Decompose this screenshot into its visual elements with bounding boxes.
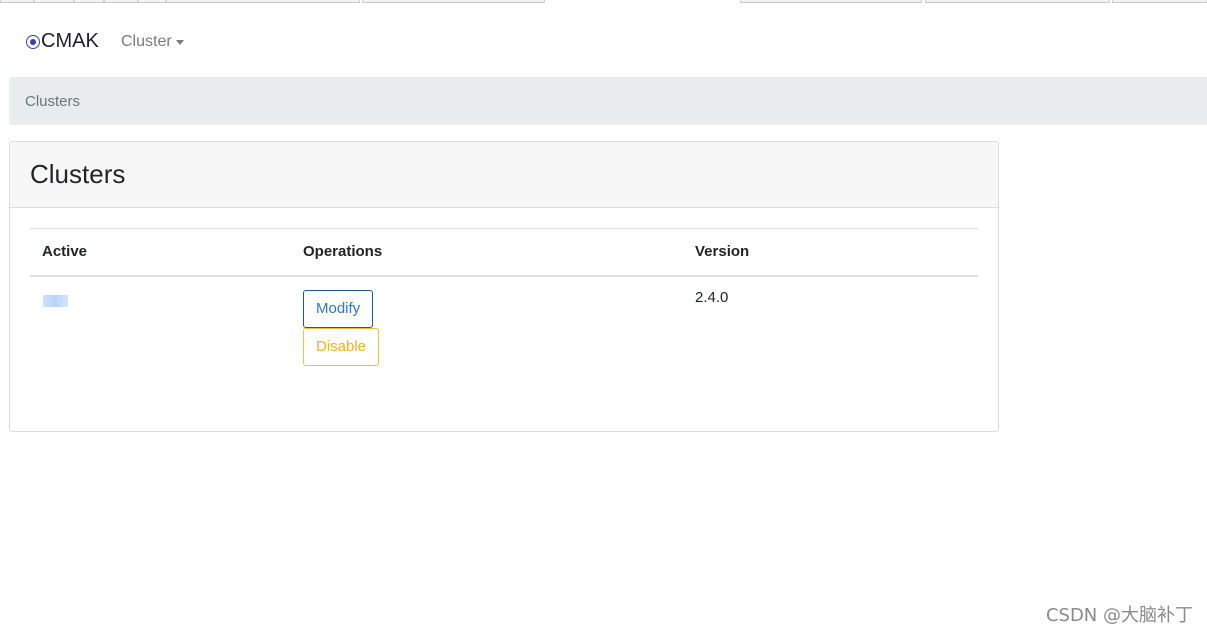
tab-fragment[interactable] [34, 0, 74, 3]
card-header: Clusters [10, 142, 998, 208]
breadcrumb-item-clusters: Clusters [25, 92, 81, 110]
table-header-row: Active Operations Version [30, 228, 978, 276]
cluster-dropdown-label: Cluster [121, 33, 172, 50]
tab-fragment[interactable] [138, 0, 166, 3]
clusters-table-wrap: Active Operations Version Modify Disable… [30, 228, 978, 378]
tab-fragment[interactable] [740, 0, 922, 3]
table-row: Modify Disable 2.4.0 [30, 276, 978, 378]
brand-link[interactable]: CMAK [26, 30, 99, 53]
card-title: Clusters [30, 159, 126, 189]
cell-version: 2.4.0 [695, 288, 729, 306]
watermark-text: CSDN @大脑补丁 [1045, 605, 1193, 626]
tab-fragment[interactable] [0, 0, 34, 3]
brand-label: CMAK [41, 30, 99, 52]
cluster-dropdown[interactable]: Cluster [121, 33, 184, 51]
tab-fragment[interactable] [104, 0, 138, 3]
tab-fragment[interactable] [166, 0, 360, 3]
column-header-operations: Operations [303, 243, 383, 261]
tab-fragment[interactable] [362, 0, 545, 3]
modify-button[interactable]: Modify [303, 289, 374, 328]
caret-down-icon [175, 40, 184, 45]
disable-button[interactable]: Disable [303, 327, 380, 366]
radio-circle-icon [26, 34, 40, 49]
tab-fragment[interactable] [74, 0, 104, 3]
column-header-version: Version [695, 243, 750, 261]
tab-fragment[interactable] [1112, 0, 1207, 3]
active-cluster-link[interactable] [43, 294, 68, 307]
column-header-active: Active [42, 243, 88, 261]
tab-fragment[interactable] [925, 0, 1110, 3]
cell-operations: Modify Disable [291, 276, 683, 378]
cell-active [30, 276, 291, 378]
clusters-table: Active Operations Version Modify Disable… [30, 228, 978, 378]
top-navbar: CMAK Cluster [0, 4, 1207, 76]
clusters-card: Clusters Active Operations Version Modif… [9, 141, 999, 432]
breadcrumb: Clusters [9, 77, 1207, 125]
